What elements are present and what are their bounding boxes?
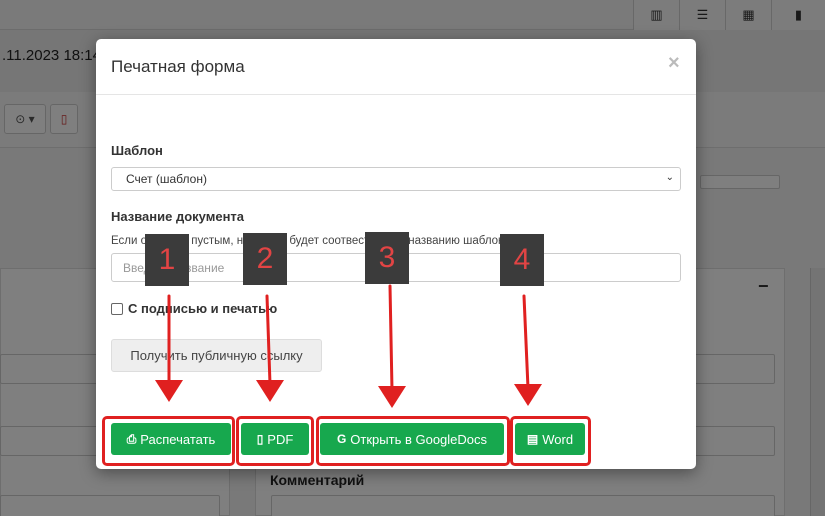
arrow-2 xyxy=(265,294,272,386)
arrowhead-2 xyxy=(256,380,284,402)
arrowhead-4 xyxy=(514,384,542,406)
arrow-3 xyxy=(388,284,394,392)
arrowhead-3 xyxy=(378,386,406,408)
annotation-arrows xyxy=(155,284,542,408)
arrow-4 xyxy=(522,294,530,390)
arrowhead-1 xyxy=(155,380,183,402)
